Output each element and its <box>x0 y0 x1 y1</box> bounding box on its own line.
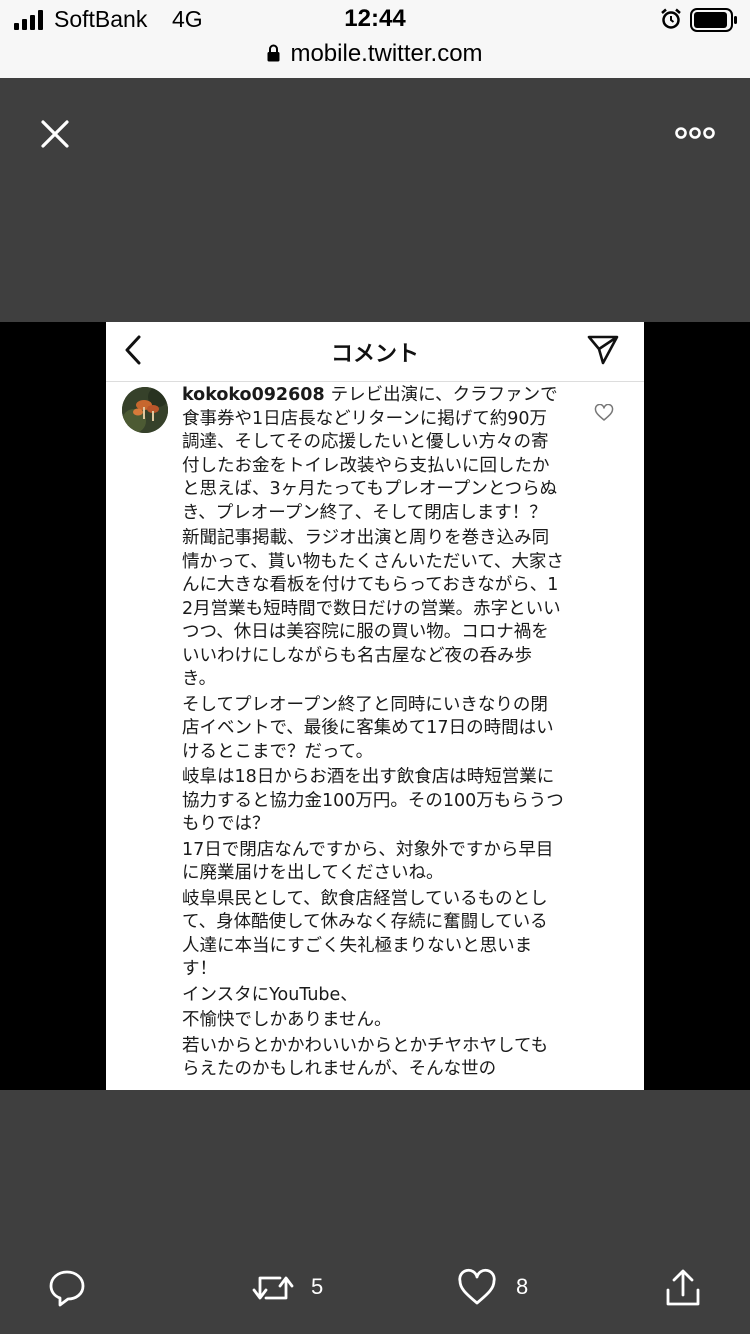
status-bar: SoftBank 4G 12:44 mobile.twitter.com <box>0 0 750 78</box>
instagram-comments-screenshot: コメント kokoko092608 テレビ出演に、クラファンで食事券や1日店長など… <box>106 322 644 1090</box>
comment-paragraph: 若いからとかかわいいからとかチヤホヤしてもらえたのかもしれませんが、そんな世の <box>182 1035 549 1080</box>
more-dots-icon[interactable] <box>674 120 716 146</box>
lock-icon <box>267 44 280 62</box>
comment-paragraph: 17日で閉店なんですから、対象外ですから早目に廃業届けを出してくださいね。 <box>182 839 554 884</box>
comment-body: kokoko092608 テレビ出演に、クラファンで食事券や1日店長などリターンに… <box>182 384 564 1084</box>
comment-paragraph: 岐阜は18日からお酒を出す飲食店は時短営業に協力すると協力金100万円。その10… <box>182 767 564 834</box>
comment-paragraph: インスタにYouTube、 <box>182 984 358 1005</box>
reply-bubble-icon[interactable] <box>48 1268 86 1308</box>
like-count: 8 <box>516 1274 529 1299</box>
heart-outline-icon <box>594 404 614 421</box>
comment-paragraph: そしてプレオープン終了と同時にいきなりの閉店イベントで、最後に客集めて17日の時… <box>182 694 554 762</box>
tweet-image[interactable]: コメント kokoko092608 テレビ出演に、クラファンで食事券や1日店長など… <box>0 322 750 1090</box>
retweet-count: 5 <box>311 1274 324 1299</box>
comments-header: コメント <box>106 322 644 382</box>
comment-paragraph: 不愉快でしかありません。 <box>182 1010 392 1030</box>
comment-paragraph: 新聞記事掲載、ラジオ出演と周りを巻き込み同情かって、貰い物もたくさんいただいて、… <box>182 528 564 689</box>
paper-plane-icon <box>587 335 619 365</box>
tweet-actions: 5 8 <box>0 1240 750 1334</box>
address-bar[interactable]: mobile.twitter.com <box>0 40 750 68</box>
comment-paragraph: kokoko092608 テレビ出演に、クラファンで食事券や1日店長などリターンに… <box>182 385 558 523</box>
url-text: mobile.twitter.com <box>290 40 483 67</box>
comment-paragraph: 岐阜県民として、飲食店経営しているものとして、身体酷使して休みなく存続に奮闘して… <box>182 888 548 980</box>
comment-username: kokoko092608 <box>182 385 325 405</box>
heart-icon[interactable] <box>457 1268 497 1308</box>
clock: 12:44 <box>344 5 406 32</box>
comments-title: コメント <box>330 342 419 367</box>
avatar <box>122 387 168 433</box>
close-icon[interactable] <box>38 117 72 151</box>
alarm-icon <box>661 8 681 29</box>
share-icon[interactable] <box>664 1268 702 1308</box>
retweet-icon[interactable] <box>250 1268 296 1308</box>
battery-icon <box>690 8 737 32</box>
